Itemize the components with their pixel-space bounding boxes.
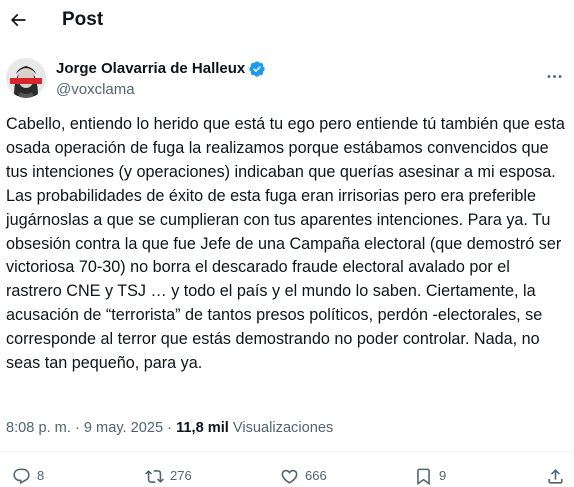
- heart-icon: [281, 469, 298, 484]
- avatar[interactable]: [6, 58, 46, 98]
- top-bar: Post: [0, 0, 574, 40]
- post-time[interactable]: 8:08 p. m.: [6, 420, 71, 436]
- reply-button[interactable]: 8: [12, 465, 44, 487]
- share-button[interactable]: [546, 465, 565, 487]
- verified-badge-icon[interactable]: [248, 60, 266, 78]
- more-options-button[interactable]: [542, 64, 566, 88]
- post-text: Cabello, entiendo lo herido que está tu …: [6, 115, 570, 373]
- reply-icon: [13, 468, 30, 484]
- repost-button[interactable]: 276: [145, 465, 192, 487]
- meta-separator-2: ·: [163, 420, 177, 436]
- bookmark-count: 9: [439, 468, 447, 483]
- bookmark-icon: [417, 468, 430, 485]
- views-label: Visualizaciones: [232, 420, 334, 436]
- back-button[interactable]: [6, 8, 30, 32]
- author-handle[interactable]: @voxclama: [56, 80, 135, 100]
- meta-separator: ·: [70, 420, 84, 436]
- author-row: Jorge Olavarria de Halleux @voxclama: [0, 52, 574, 102]
- arrow-left-icon: [10, 13, 26, 27]
- bookmark-button[interactable]: 9: [414, 465, 446, 487]
- post-date[interactable]: 9 may. 2025: [84, 420, 163, 436]
- like-button[interactable]: 666: [280, 465, 327, 487]
- page-title: Post: [62, 9, 104, 30]
- more-horizontal-icon: [547, 74, 561, 78]
- author-name-text: Jorge Olavarria de Halleux: [56, 60, 246, 77]
- views-count: 11,8 mil: [176, 420, 229, 436]
- share-icon: [548, 468, 563, 484]
- action-bar: 8 276 666 9: [0, 465, 574, 487]
- repost-count: 276: [170, 468, 192, 483]
- avatar-image: [6, 58, 46, 98]
- post-metadata: 8:08 p. m. · 9 may. 2025 · 11,8 mil Visu…: [6, 418, 333, 438]
- author-name[interactable]: Jorge Olavarria de Halleux: [56, 59, 266, 79]
- repost-icon: [145, 469, 164, 483]
- like-count: 666: [305, 468, 327, 483]
- reply-count: 8: [37, 468, 45, 483]
- divider: [0, 451, 574, 452]
